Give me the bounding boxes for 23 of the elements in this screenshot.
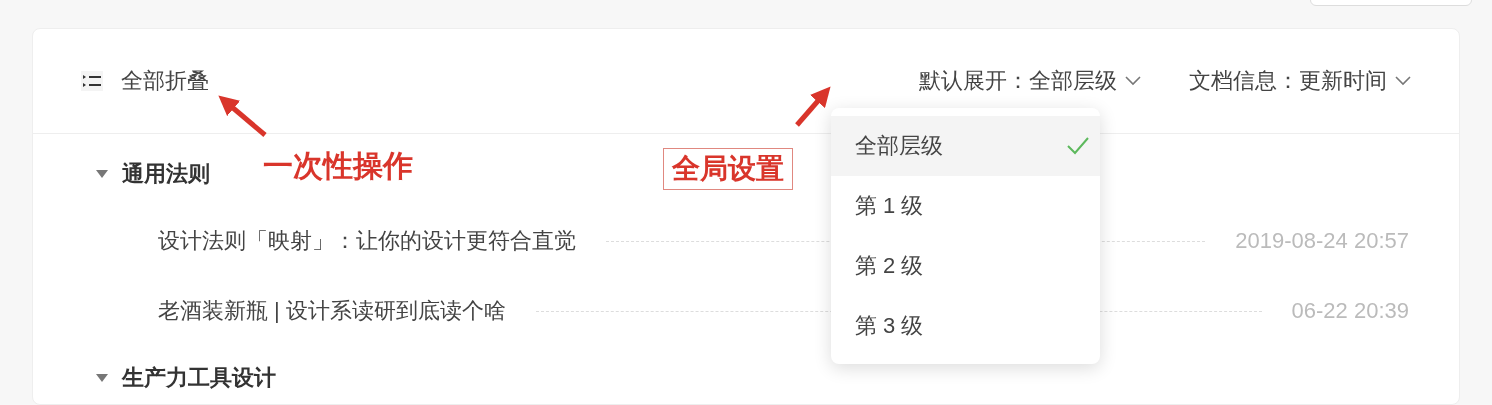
annotation-arrow: [795, 86, 831, 127]
document-title[interactable]: 老酒装新瓶 | 设计系读研到底读个啥: [158, 296, 506, 326]
annotation-label: 全局设置: [663, 148, 793, 190]
outline-icon: [81, 71, 103, 91]
menu-item[interactable]: 全部层级: [831, 116, 1100, 176]
chevron-down-icon: [1395, 76, 1411, 86]
menu-item[interactable]: 第 2 级: [831, 236, 1100, 296]
collapse-all-button[interactable]: 全部折叠: [81, 66, 209, 96]
annotation-arrow: [218, 95, 267, 137]
update-time: 06-22 20:39: [1291, 298, 1409, 324]
annotation-label: 一次性操作: [263, 148, 413, 184]
default-expand-select[interactable]: 默认展开：全部层级: [919, 66, 1141, 96]
caret-down-icon[interactable]: [96, 373, 108, 383]
check-icon: [1066, 136, 1090, 156]
group-title[interactable]: 通用法则: [122, 159, 210, 189]
document-title[interactable]: 设计法则「映射」：让你的设计更符合直觉: [158, 226, 576, 256]
menu-item[interactable]: 第 1 级: [831, 176, 1100, 236]
menu-item[interactable]: 第 3 级: [831, 296, 1100, 356]
update-time: 2019-08-24 20:57: [1235, 228, 1409, 254]
group-title[interactable]: 生产力工具设计: [122, 363, 276, 393]
caret-down-icon[interactable]: [96, 169, 108, 179]
doc-info-select[interactable]: 文档信息：更新时间: [1189, 66, 1411, 96]
chevron-down-icon: [1125, 76, 1141, 86]
